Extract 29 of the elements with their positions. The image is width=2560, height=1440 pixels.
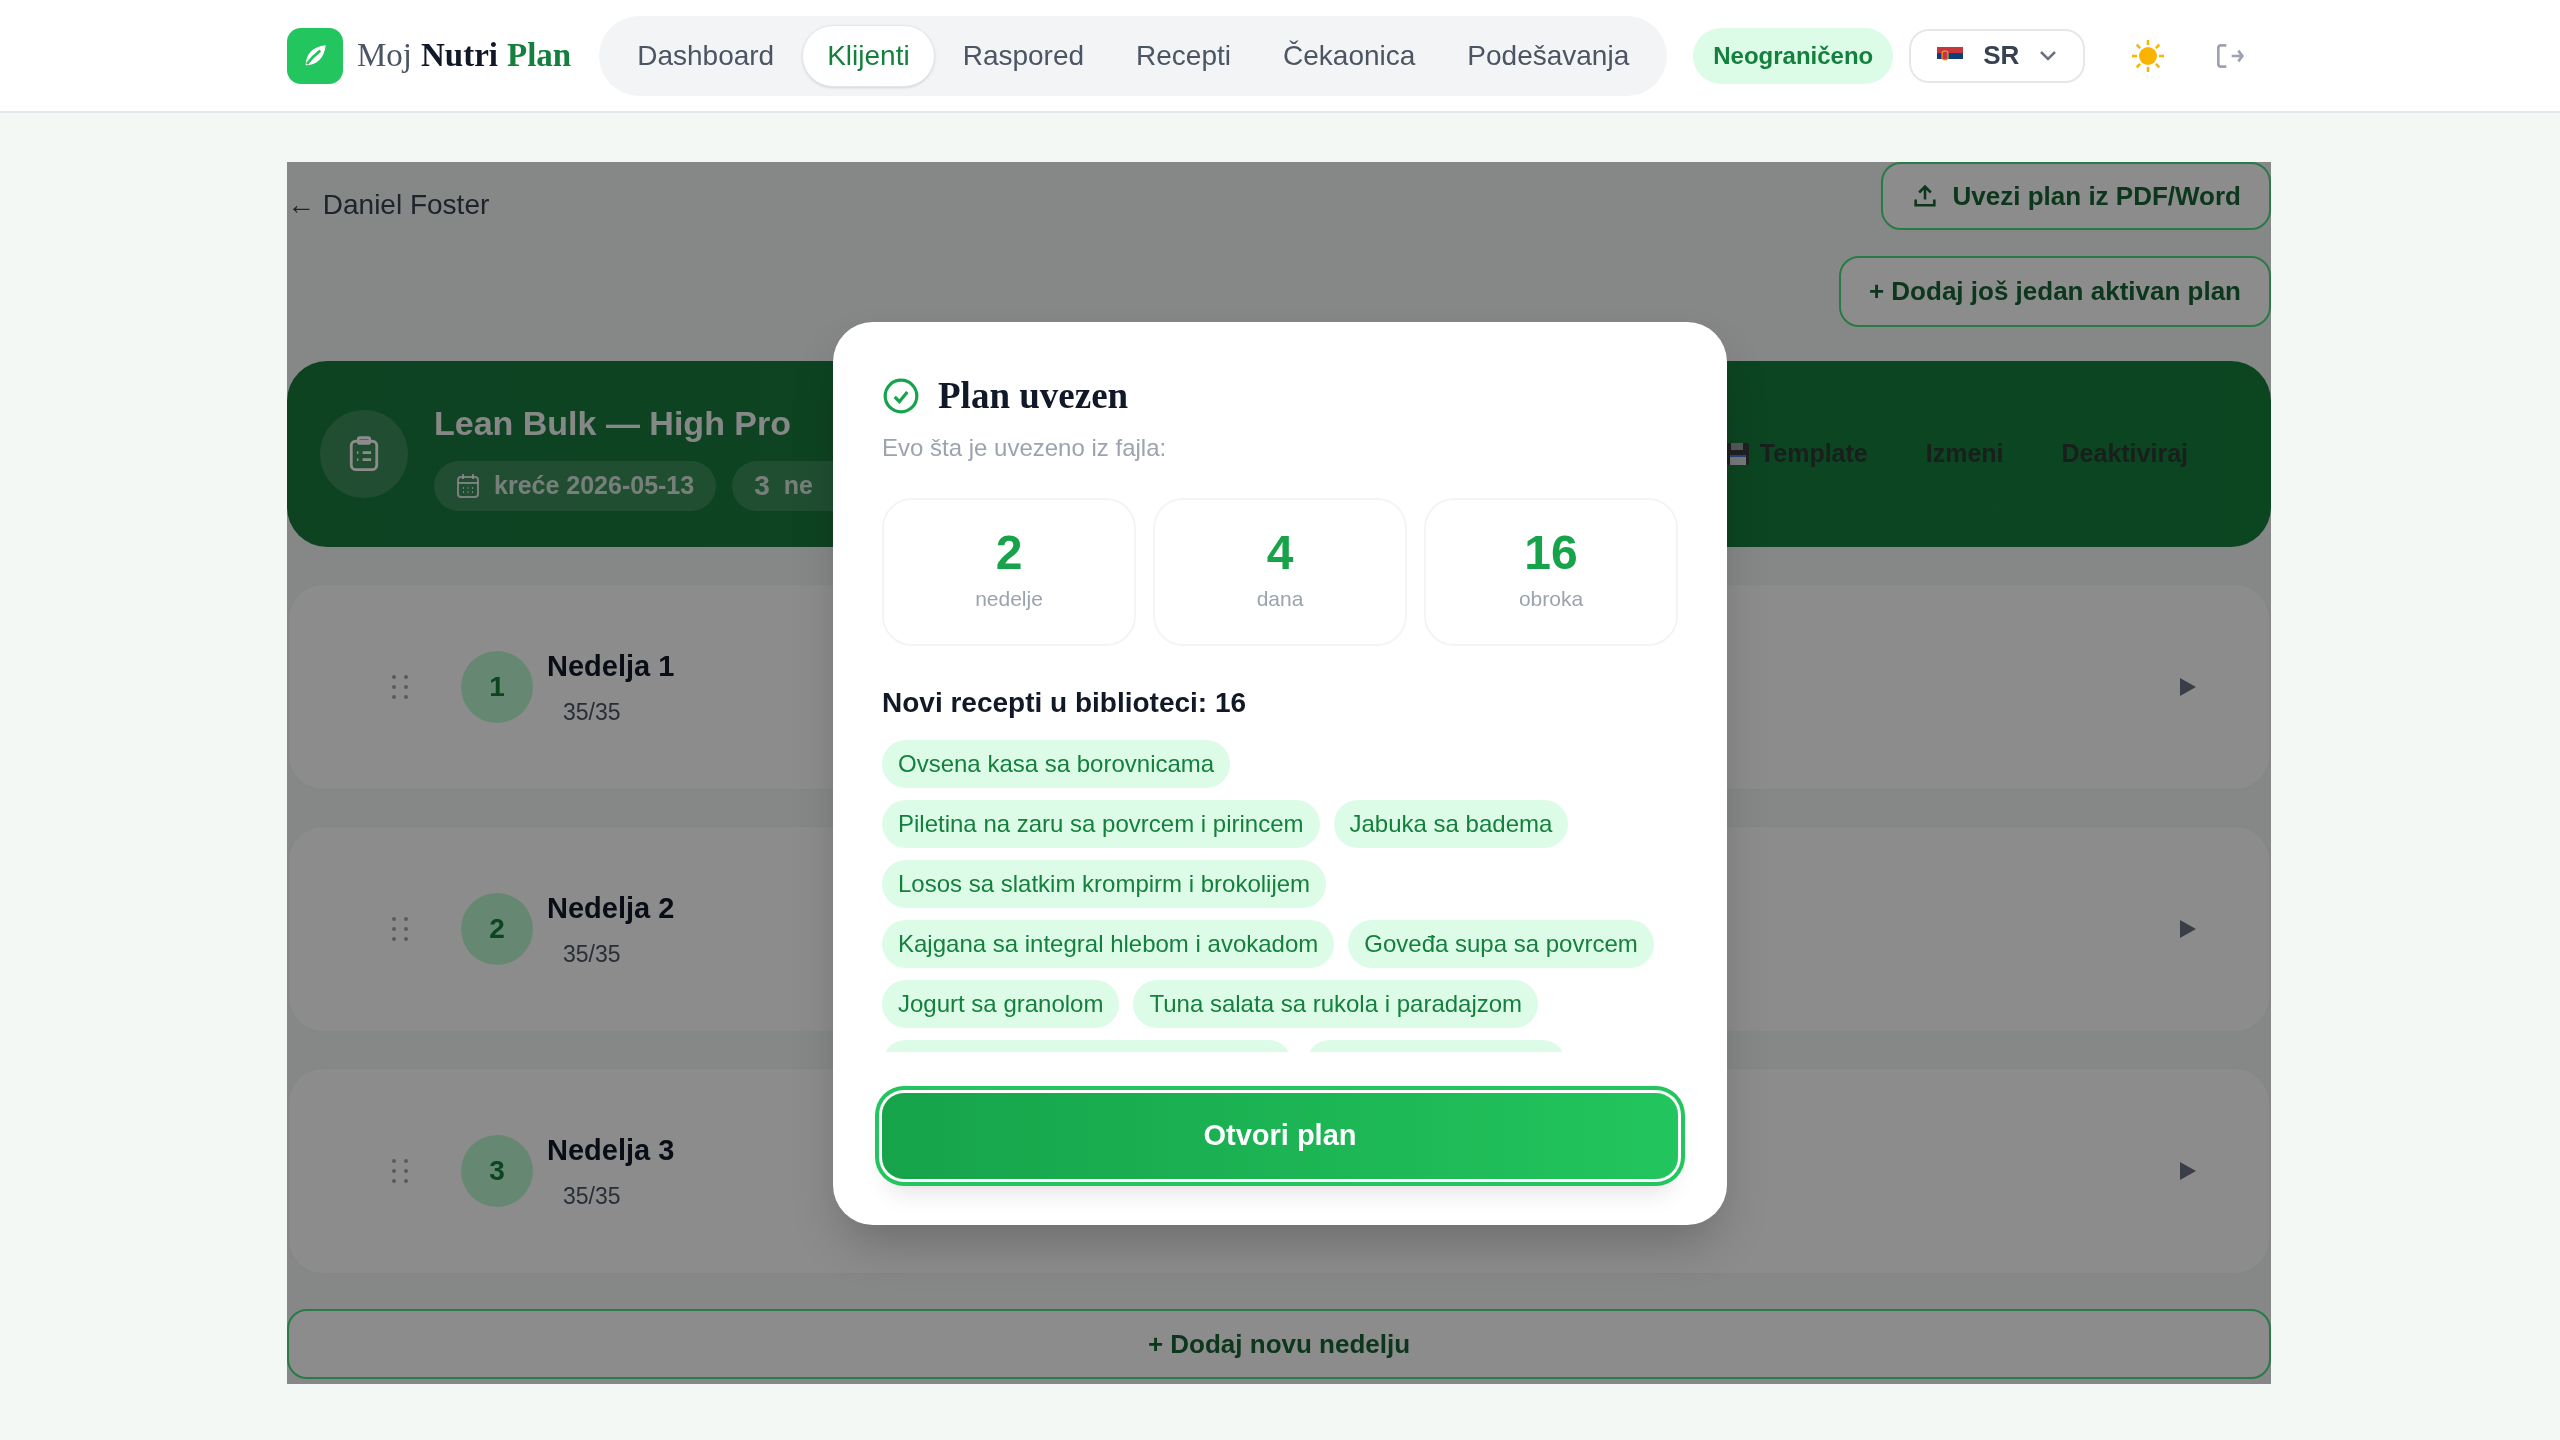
recipe-tag: Kajgana sa integral hlebom i avokadom xyxy=(882,919,1335,968)
recipe-tag: Losos sa slatkim krompirm i brokolijem xyxy=(882,859,1327,908)
recipe-tag: Tuna salata sa rukola i paradajzom xyxy=(1133,979,1539,1028)
dialog-title: Plan uvezen xyxy=(938,374,1129,418)
stat-value: 2 xyxy=(995,528,1023,577)
meal-count: 35/35 xyxy=(563,697,622,727)
stat-label: nedelje xyxy=(975,585,1043,612)
recipe-tag: Jogurt sa granolom xyxy=(882,979,1120,1028)
stat-label: obroka xyxy=(1518,585,1584,612)
week-number: 1 xyxy=(461,651,533,723)
plan-title: Lean Bulk — High Pro xyxy=(434,402,792,444)
week-number: 3 xyxy=(461,1135,533,1207)
meal-count: 35/35 xyxy=(563,939,622,969)
week-number: 2 xyxy=(461,893,533,965)
recipes-heading: Novi recepti u biblioteci: 16 xyxy=(882,685,1248,720)
dialog-subtitle: Evo šta je uvezeno iz fajla: xyxy=(882,432,1168,463)
recipe-tag: Jabuka sa badema xyxy=(1333,799,1569,848)
app-logo: Moj Nutri Plan xyxy=(357,35,572,75)
recipe-tag: Piletina na zaru sa povrcem i pirincem xyxy=(882,799,1320,848)
week-title: Nedelja 3 xyxy=(547,1133,675,1168)
stat-label: dana xyxy=(1256,585,1304,612)
stat-value: 16 xyxy=(1524,528,1578,577)
recipe-tag: Ovsena kasa sa borovnicama xyxy=(882,739,1231,788)
stat-value: 4 xyxy=(1266,528,1294,577)
recipe-tag: Goveđa supa sa povrcem xyxy=(1348,919,1654,968)
week-title: Nedelja 2 xyxy=(547,891,675,926)
week-title: Nedelja 1 xyxy=(547,649,675,684)
plan-badge: Neograničeno xyxy=(1693,27,1894,84)
meal-count: 35/35 xyxy=(563,1181,622,1211)
